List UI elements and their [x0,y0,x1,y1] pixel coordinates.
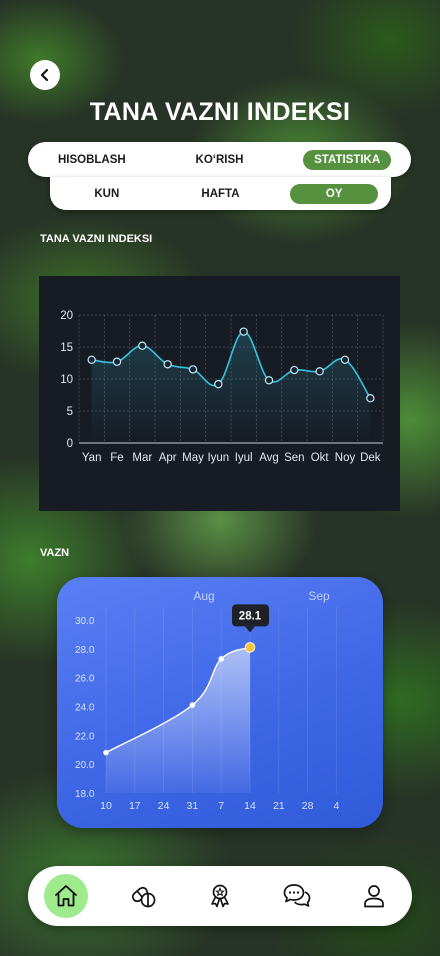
nav-chat[interactable] [275,874,319,918]
month-label: Sep [308,589,330,603]
main-tab-bar: HISOBLASH KO‘RISH STATISTIKA [28,142,411,177]
y-tick-label: 30.0 [75,616,95,627]
y-tick-label: 10 [60,374,73,386]
profile-icon [363,885,384,908]
y-tick-label: 5 [67,406,73,418]
tab-hisoblash[interactable]: HISOBLASH [48,150,136,170]
y-tick-label: 22.0 [75,731,95,742]
x-tick-label: Okt [311,452,330,464]
x-tick-label: 17 [129,800,141,812]
x-tick-label: Dek [360,452,381,464]
tooltip-value: 28.1 [239,610,262,622]
nav-home[interactable] [44,874,89,918]
home-icon [55,885,78,907]
data-point [239,327,248,336]
data-point [366,393,375,403]
data-point [103,749,109,756]
bmi-section-label: TANA VAZNI INDEKSI [40,233,153,245]
data-point [218,656,224,662]
back-button[interactable] [30,60,60,90]
data-point [214,379,223,389]
y-tick-label: 20.0 [75,760,95,771]
tab-hafta[interactable]: HAFTA [176,184,264,204]
data-point [188,365,198,374]
data-point [315,367,324,376]
y-tick-label: 28.0 [75,645,95,656]
tab-korish[interactable]: KO‘RISH [175,150,263,170]
x-tick-label: May [182,452,204,464]
data-point [189,702,196,708]
bottom-navigation [28,866,412,926]
tab-statistika[interactable]: STATISTIKA [303,149,392,170]
weight-section-label: VAZN [40,547,70,559]
weight-area [106,647,250,793]
chevron-left-icon [40,68,49,82]
data-point [138,341,147,350]
tab-oy[interactable]: OY [290,183,379,204]
nav-pills[interactable] [121,874,165,918]
month-label: Aug [193,589,214,603]
x-tick-label: Sen [284,452,304,464]
x-tick-label: 10 [100,800,112,812]
y-tick-label: 18.0 [75,789,95,800]
tab-kun[interactable]: KUN [63,184,151,204]
chat-icon [283,884,311,907]
x-tick-label: 28 [302,800,314,812]
x-tick-label: 24 [158,800,170,812]
y-tick-label: 0 [67,438,73,450]
data-point [264,376,274,385]
data-point [290,365,299,375]
data-point [87,355,96,365]
y-tick-label: 20 [60,310,73,322]
data-point [340,355,350,365]
x-tick-label: Mar [132,452,152,464]
tooltip-arrow [245,626,255,633]
y-tick-label: 24.0 [75,703,95,714]
bmi-chart: 0 5 10 15 20 Yan Fe Mar Apr May Iyun Iyul Avg Sen Okt N… [60,310,384,464]
x-tick-label: Iyul [235,452,253,464]
y-tick-label: 26.0 [75,674,95,685]
period-tab-bar: KUN HAFTA OY [50,177,391,210]
page-title: TANA VAZNI INDEKSI [89,98,351,126]
nav-profile[interactable] [352,874,396,918]
x-tick-label: Iyun [207,452,229,464]
x-tick-label: 14 [244,800,256,812]
x-tick-label: 31 [187,800,199,812]
x-tick-label: Noy [335,452,356,464]
x-tick-label: Apr [159,452,177,464]
x-tick-label: 7 [218,800,224,812]
x-tick-label: 4 [333,800,339,812]
data-point [163,360,172,369]
x-tick-label: Avg [259,452,279,464]
pills-icon [132,886,156,908]
highlight-point [244,642,256,653]
y-tick-label: 15 [60,342,73,354]
x-tick-label: Fe [110,452,123,464]
x-tick-label: Yan [82,452,102,464]
weight-chart-card: 30.0 28.0 26.0 24.0 22.0 20.0 18.0 10 17 24 31 7 14 2… [57,577,383,828]
x-tick-label: 21 [273,800,285,812]
bmi-chart-panel: 0 5 10 15 20 Yan Fe Mar Apr May Iyun Iyul Avg Sen Okt N… [39,276,400,511]
data-point [112,357,122,366]
nav-awards[interactable] [198,874,242,918]
weight-chart: 30.0 28.0 26.0 24.0 22.0 20.0 18.0 10 17 24 31 7 14 2… [75,589,339,812]
award-icon [211,884,229,908]
